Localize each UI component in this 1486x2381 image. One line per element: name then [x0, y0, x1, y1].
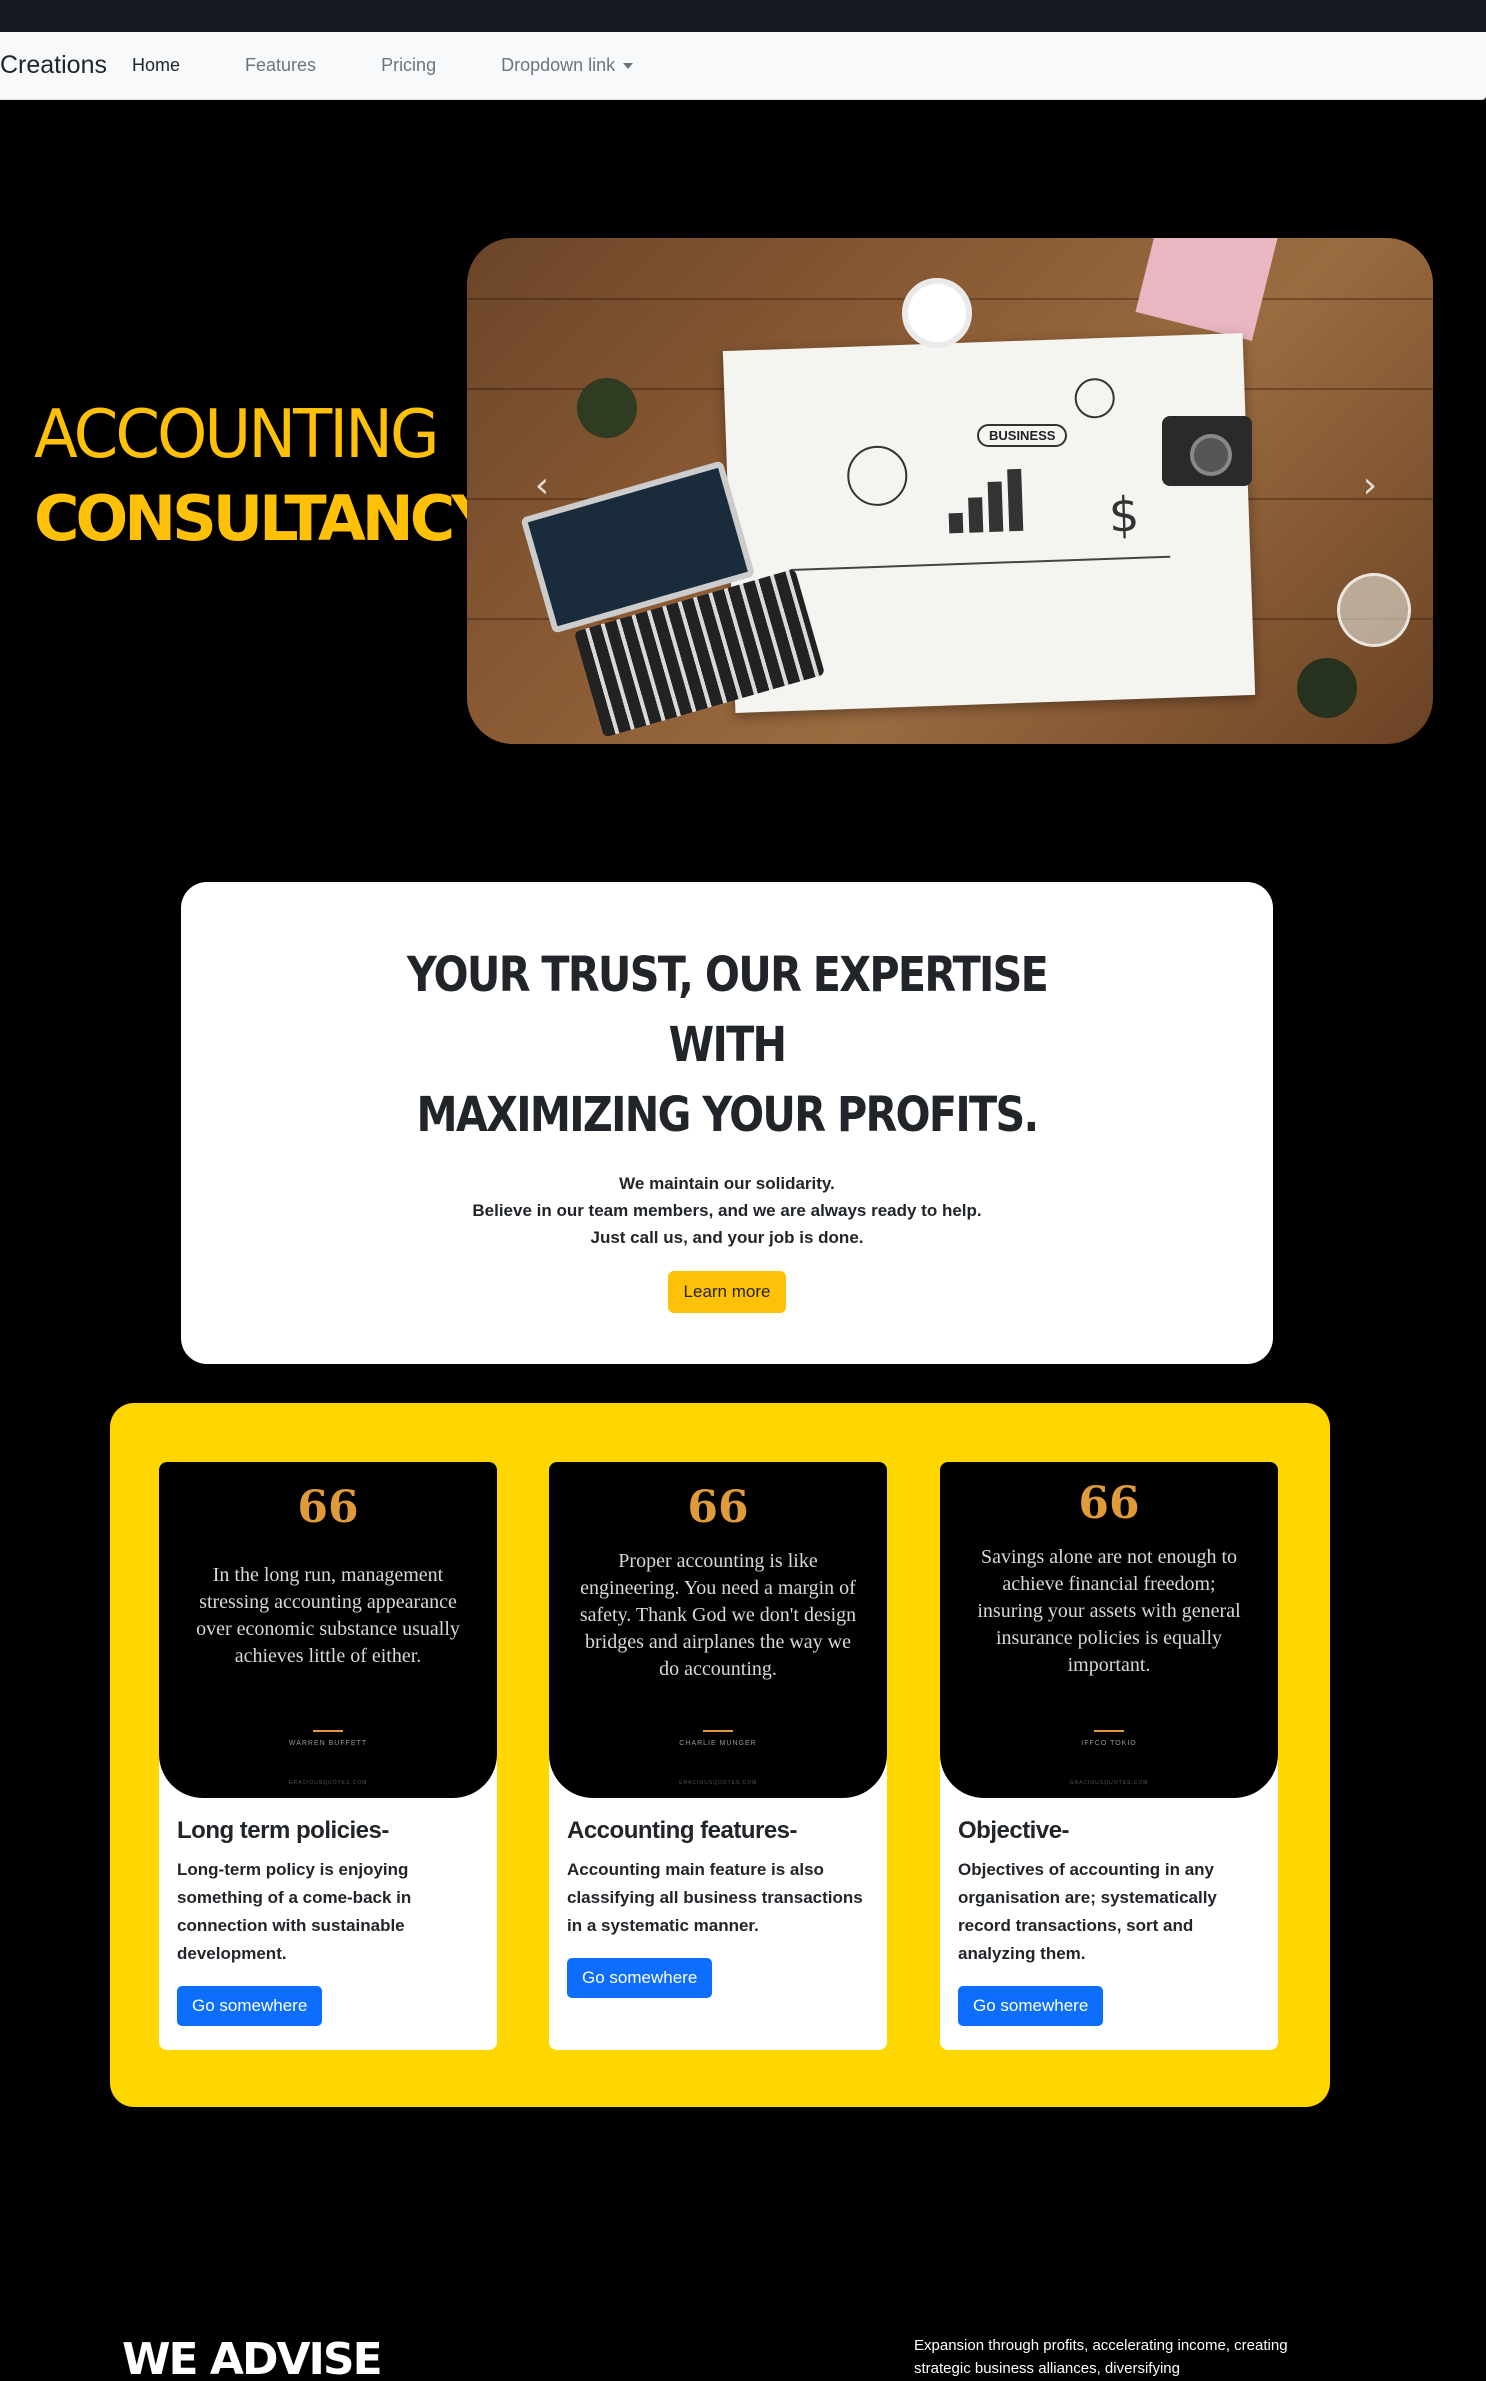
- camera-image: [1162, 416, 1252, 486]
- card-text: Long-term policy is enjoying something o…: [177, 1860, 412, 1963]
- hero-carousel[interactable]: $ BUSINESS ‹ ›: [467, 238, 1433, 744]
- card-body: Accounting features- Accounting main fea…: [549, 1798, 887, 1998]
- nav-features[interactable]: Features: [245, 55, 316, 76]
- pie-doodle: [846, 444, 909, 507]
- trust-card: YOUR TRUST, OUR EXPERTISE WITH MAXIMIZIN…: [181, 882, 1273, 1364]
- card-title: Objective-: [958, 1817, 1070, 1844]
- browser-top-strip: [0, 0, 1486, 32]
- card-text: Objectives of accounting in any organisa…: [958, 1860, 1217, 1963]
- nav-pricing[interactable]: Pricing: [381, 55, 436, 76]
- chevron-left-icon[interactable]: ‹: [527, 466, 557, 506]
- card-title: Accounting features-: [567, 1817, 798, 1844]
- feature-card: 66 Savings alone are not enough to achie…: [940, 1462, 1278, 2050]
- nav-dropdown-label: Dropdown link: [501, 55, 616, 75]
- quote-divider: [1094, 1730, 1124, 1732]
- dollar-doodle: $: [1107, 486, 1141, 544]
- quote-mark-icon: 66: [297, 1482, 359, 1533]
- trust-title-line1: YOUR TRUST, OUR EXPERTISE: [406, 947, 1049, 1003]
- quote-text: In the long run, management stressing ac…: [196, 1564, 460, 1667]
- trust-text-line3: Just call us, and your job is done.: [590, 1228, 864, 1247]
- quote-site: GRACIOUSQUOTES.COM: [678, 1780, 758, 1786]
- hero-title-line2: CONSULTANCY: [34, 482, 496, 555]
- card-body: Objective- Objectives of accounting in a…: [940, 1798, 1278, 2026]
- quote-text: Savings alone are not enough to achieve …: [977, 1546, 1241, 1676]
- notebook-image: [1135, 238, 1279, 341]
- advise-title: WE ADVISE: [122, 2334, 383, 2381]
- quote-author: IFFCO TOKIO: [1081, 1740, 1137, 1747]
- quote-mark-icon: 66: [1078, 1478, 1140, 1529]
- card-text: Accounting main feature is also classify…: [567, 1860, 863, 1935]
- business-label: BUSINESS: [977, 424, 1068, 447]
- water-glass-image: [1337, 573, 1411, 647]
- quote-site: GRACIOUSQUOTES.COM: [288, 1780, 368, 1786]
- bar-chart-doodle: [947, 460, 1049, 534]
- chevron-right-icon[interactable]: ›: [1355, 466, 1385, 506]
- quote-image: 66 Savings alone are not enough to achie…: [940, 1462, 1278, 1798]
- go-somewhere-button[interactable]: Go somewhere: [567, 1958, 713, 1998]
- quote-text: Proper accounting is like engineering. Y…: [579, 1550, 857, 1680]
- features-section: 66 In the long run, management stressing…: [110, 1403, 1330, 2107]
- learn-more-button[interactable]: Learn more: [667, 1271, 787, 1313]
- card-title: Long term policies-: [177, 1817, 389, 1844]
- quote-site: GRACIOUSQUOTES.COM: [1069, 1780, 1149, 1786]
- quote-divider: [703, 1730, 733, 1732]
- quote-image: 66 In the long run, management stressing…: [159, 1462, 497, 1798]
- go-somewhere-button[interactable]: Go somewhere: [958, 1986, 1104, 2026]
- card-body: Long term policies- Long-term policy is …: [159, 1798, 497, 2026]
- trust-text-line1: We maintain our solidarity.: [619, 1174, 835, 1193]
- trust-title: YOUR TRUST, OUR EXPERTISE WITH MAXIMIZIN…: [257, 940, 1196, 1150]
- feature-card: 66 In the long run, management stressing…: [159, 1462, 497, 2050]
- hero-title-line1: ACCOUNTING: [34, 396, 440, 474]
- trust-text: We maintain our solidarity. Believe in o…: [181, 1170, 1273, 1251]
- hero-title: ACCOUNTING CONSULTANCY: [34, 395, 496, 563]
- trust-title-line2: WITH: [668, 1017, 787, 1073]
- feature-card: 66 Proper accounting is like engineering…: [549, 1462, 887, 2050]
- quote-mark-icon: 66: [687, 1482, 749, 1533]
- circle-doodle: [1074, 377, 1116, 419]
- nav-home[interactable]: Home: [132, 55, 180, 76]
- coffee-mug-image: [902, 278, 972, 348]
- advise-text: Expansion through profits, accelerating …: [914, 2337, 1288, 2377]
- nav-dropdown[interactable]: Dropdown link: [501, 55, 634, 76]
- quote-image: 66 Proper accounting is like engineering…: [549, 1462, 887, 1798]
- line-doodle: [790, 555, 1171, 571]
- trust-title-line3: MAXIMIZING YOUR PROFITS.: [416, 1087, 1040, 1143]
- quote-author: CHARLIE MUNGER: [679, 1740, 757, 1747]
- brand-logo[interactable]: Creations.: [0, 51, 106, 80]
- quote-author: WARREN BUFFETT: [288, 1740, 368, 1747]
- cactus-image: [1297, 658, 1357, 718]
- trust-text-line2: Believe in our team members, and we are …: [472, 1201, 982, 1220]
- navbar: Creations. Home Features Pricing Dropdow…: [0, 32, 1486, 100]
- caret-down-icon: [623, 62, 634, 69]
- go-somewhere-button[interactable]: Go somewhere: [177, 1986, 323, 2026]
- quote-divider: [313, 1730, 343, 1732]
- plant-image: [577, 378, 637, 438]
